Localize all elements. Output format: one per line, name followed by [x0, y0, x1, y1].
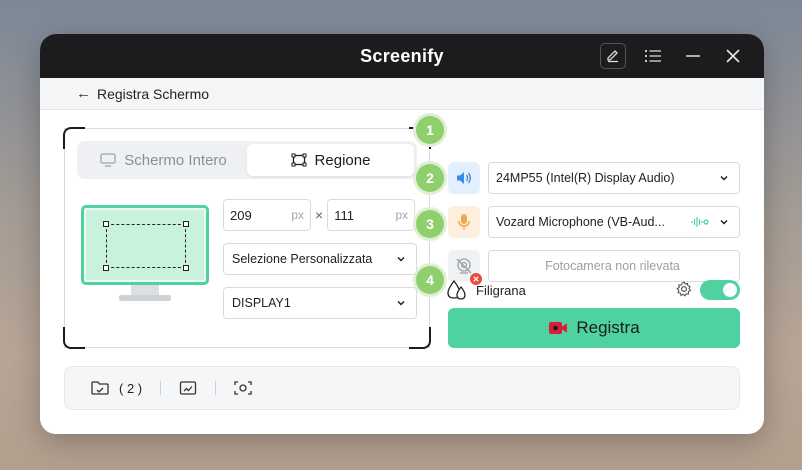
step-badge-1: 1 [416, 116, 444, 144]
width-value: 209 [230, 207, 252, 223]
selection-handle [103, 221, 109, 227]
video-edit-icon [179, 381, 197, 395]
record-label: Registra [576, 318, 640, 337]
record-icon [549, 322, 568, 334]
microphone-value: Vozard Microphone (VB-Aud... [496, 215, 665, 229]
menu-icon[interactable] [640, 43, 666, 69]
capture-mode-tabs: Schermo Intero Regione [77, 141, 417, 179]
height-unit: px [395, 208, 409, 222]
display-dropdown[interactable]: DISPLAY1 [223, 287, 417, 319]
selection-rectangle [103, 221, 189, 271]
audio-level-icon [691, 217, 709, 227]
toggle-knob [723, 283, 737, 297]
tab-region-label: Regione [314, 151, 371, 169]
screenshot-icon [234, 381, 252, 395]
app-title: Screenify [360, 45, 444, 66]
speaker-toggle[interactable] [448, 162, 480, 194]
monitor-stand [131, 285, 159, 295]
chevron-down-icon [720, 219, 728, 225]
speaker-value: 24MP55 (Intel(R) Display Audio) [496, 171, 675, 185]
bottom-toolbar: ( 2 ) [64, 366, 740, 410]
region-preview [81, 205, 209, 305]
tab-full-screen-label: Schermo Intero [124, 151, 227, 169]
selection-handle [183, 265, 189, 271]
folder-count: ( 2 ) [119, 380, 143, 396]
back-arrow-icon[interactable]: ← [76, 85, 91, 102]
step-badge-2: 2 [416, 164, 444, 192]
frame-corner [63, 327, 85, 349]
app-window: Screenify ← Registra Schermo Schermo Int… [40, 34, 764, 434]
speaker-dropdown[interactable]: 24MP55 (Intel(R) Display Audio) [488, 162, 740, 194]
tab-region[interactable]: Regione [247, 144, 414, 176]
toolbar-divider [160, 381, 162, 395]
monitor-icon [100, 153, 116, 167]
speaker-icon [457, 172, 471, 184]
recordings-folder-button[interactable]: ( 2 ) [91, 380, 142, 396]
chevron-down-icon [720, 175, 728, 181]
height-value: 111 [334, 207, 354, 223]
toolbar-divider [215, 381, 217, 395]
width-unit: px [291, 208, 304, 222]
chevron-down-icon [397, 300, 405, 306]
preview-screen [81, 205, 209, 285]
record-button[interactable]: Registra [448, 308, 740, 348]
width-input[interactable]: 209 px [223, 199, 311, 231]
display-value: DISPLAY1 [232, 296, 291, 310]
selection-handle [103, 265, 109, 271]
capture-area-panel: Schermo Intero Regione 209 px × 111 px S… [63, 127, 431, 349]
region-icon [291, 153, 307, 167]
feedback-icon[interactable] [600, 43, 626, 69]
watermark-toggle[interactable] [700, 280, 740, 300]
microphone-toggle[interactable] [448, 206, 480, 238]
monitor-base [119, 295, 171, 301]
dimensions-row: 209 px × 111 px [223, 199, 416, 231]
minimize-icon[interactable] [680, 43, 706, 69]
frame-corner [409, 327, 431, 349]
watermark-label: Filigrana [476, 282, 526, 298]
screenshot-button[interactable] [234, 380, 252, 396]
microphone-controls [691, 216, 729, 228]
selection-mode-value: Selezione Personalizzata [232, 252, 373, 266]
breadcrumb-label: Registra Schermo [97, 85, 210, 102]
chevron-down-icon [397, 256, 405, 262]
folder-icon [91, 381, 109, 395]
microphone-icon [458, 214, 470, 230]
step-badge-4: 4 [416, 266, 444, 294]
selection-mode-dropdown[interactable]: Selezione Personalizzata [223, 243, 417, 275]
edit-video-button[interactable] [179, 380, 197, 396]
step-badge-3: 3 [416, 210, 444, 238]
dimension-separator: × [315, 207, 324, 223]
title-bar: Screenify [40, 34, 764, 78]
watermark-icon [447, 280, 466, 300]
close-icon[interactable] [720, 43, 746, 69]
window-controls [600, 34, 746, 78]
main-panel: Schermo Intero Regione 209 px × 111 px S… [40, 110, 764, 434]
breadcrumb[interactable]: ← Registra Schermo [40, 78, 764, 110]
watermark-row: Filigrana [446, 278, 740, 302]
height-input[interactable]: 111 px [327, 199, 416, 231]
tab-full-screen[interactable]: Schermo Intero [80, 144, 247, 176]
microphone-dropdown[interactable]: Vozard Microphone (VB-Aud... [488, 206, 740, 238]
gear-icon[interactable] [676, 281, 692, 297]
selection-handle [183, 221, 189, 227]
camera-value: Fotocamera non rilevata [545, 259, 680, 273]
